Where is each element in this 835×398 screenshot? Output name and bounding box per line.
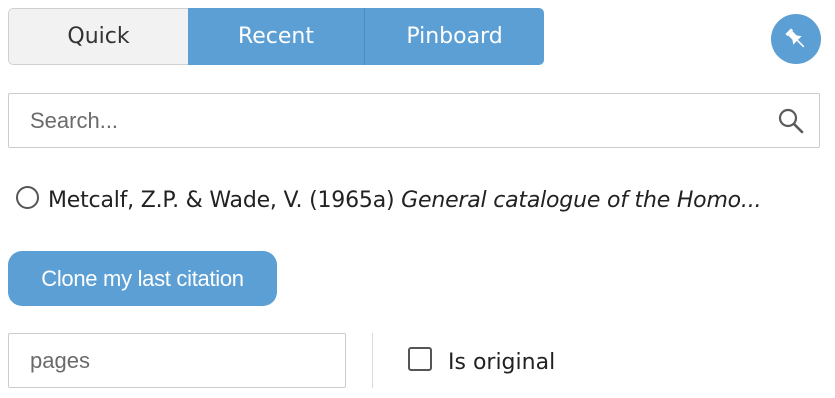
search-input[interactable] xyxy=(9,94,769,147)
citation-panel: Quick Recent Pinboard Metcalf, Z.P. & Wa… xyxy=(0,0,835,398)
is-original-label: Is original xyxy=(448,349,556,375)
tab-quick[interactable]: Quick xyxy=(8,8,188,65)
is-original-checkbox[interactable] xyxy=(408,347,432,371)
tab-pinboard[interactable]: Pinboard xyxy=(365,8,544,65)
divider xyxy=(372,333,373,388)
citation-text: Metcalf, Z.P. & Wade, V. (1965a) General… xyxy=(48,188,816,213)
citation-radio[interactable] xyxy=(16,185,39,209)
pin-button[interactable] xyxy=(771,14,821,64)
citation-option[interactable]: Metcalf, Z.P. & Wade, V. (1965a) General… xyxy=(16,183,816,217)
search-box xyxy=(8,93,820,148)
clone-last-citation-button[interactable]: Clone my last citation xyxy=(8,251,277,306)
pin-icon xyxy=(785,28,805,48)
tab-bar: Quick Recent Pinboard xyxy=(8,8,544,65)
pages-input[interactable] xyxy=(8,333,346,388)
is-original-option[interactable]: Is original xyxy=(408,346,555,378)
search-icon[interactable] xyxy=(777,107,805,135)
tab-recent[interactable]: Recent xyxy=(188,8,365,65)
citation-title: General catalogue of the Homo... xyxy=(401,187,762,213)
citation-authors: Metcalf, Z.P. & Wade, V. (1965a) xyxy=(48,187,395,213)
